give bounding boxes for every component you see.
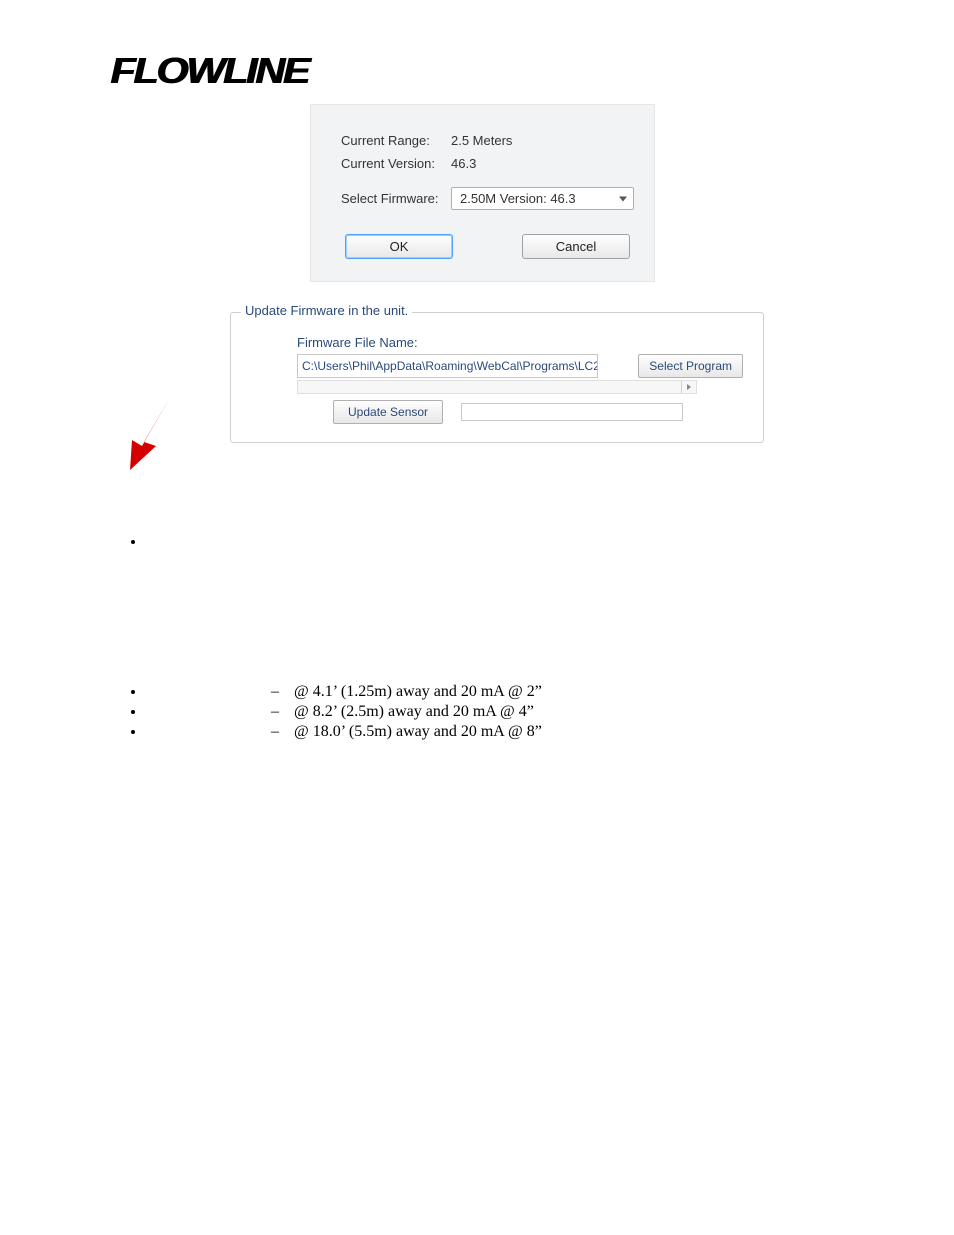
horizontal-scrollbar[interactable] — [297, 380, 697, 394]
list-item — [146, 533, 844, 551]
groupbox-title: Update Firmware in the unit. — [241, 303, 412, 318]
bullet-list-upper — [146, 533, 844, 551]
current-version-value: 46.3 — [451, 156, 634, 171]
firmware-selection-panel: Current Range: 2.5 Meters Current Versio… — [310, 104, 655, 282]
red-arrow-annotation-icon — [112, 386, 182, 476]
current-version-label: Current Version: — [341, 156, 451, 171]
select-firmware-value: 2.50M Version: 46.3 — [460, 191, 576, 206]
list-item: – @ 4.1’ (1.25m) away and 20 mA @ 2” — [146, 683, 844, 701]
flowline-logo: FLOWLINE — [110, 50, 954, 92]
scroll-right-icon — [681, 381, 696, 393]
update-sensor-button[interactable]: Update Sensor — [333, 400, 443, 424]
update-firmware-groupbox: Update Firmware in the unit. Firmware Fi… — [230, 312, 764, 443]
current-range-value: 2.5 Meters — [451, 133, 634, 148]
list-item: – @ 8.2’ (2.5m) away and 20 mA @ 4” — [146, 703, 844, 721]
select-program-button[interactable]: Select Program — [638, 354, 743, 378]
firmware-file-path-input[interactable]: C:\Users\Phil\AppData\Roaming\WebCal\Pro… — [297, 354, 598, 378]
list-item: – @ 18.0’ (5.5m) away and 20 mA @ 8” — [146, 723, 844, 741]
select-firmware-label: Select Firmware: — [341, 191, 451, 206]
select-firmware-dropdown[interactable]: 2.50M Version: 46.3 — [451, 187, 634, 210]
current-range-label: Current Range: — [341, 133, 451, 148]
dash: – — [260, 683, 290, 701]
update-progress-bar — [461, 403, 683, 421]
spec-text: @ 18.0’ (5.5m) away and 20 mA @ 8” — [294, 723, 542, 740]
spec-text: @ 8.2’ (2.5m) away and 20 mA @ 4” — [294, 703, 534, 720]
firmware-file-name-label: Firmware File Name: — [297, 335, 743, 350]
ok-button[interactable]: OK — [345, 234, 453, 259]
dash: – — [260, 723, 290, 741]
cancel-button[interactable]: Cancel — [522, 234, 630, 259]
chevron-down-icon — [619, 196, 627, 201]
firmware-defaults-list: – @ 4.1’ (1.25m) away and 20 mA @ 2” – @… — [146, 683, 844, 741]
spec-text: @ 4.1’ (1.25m) away and 20 mA @ 2” — [294, 683, 542, 700]
dash: – — [260, 703, 290, 721]
